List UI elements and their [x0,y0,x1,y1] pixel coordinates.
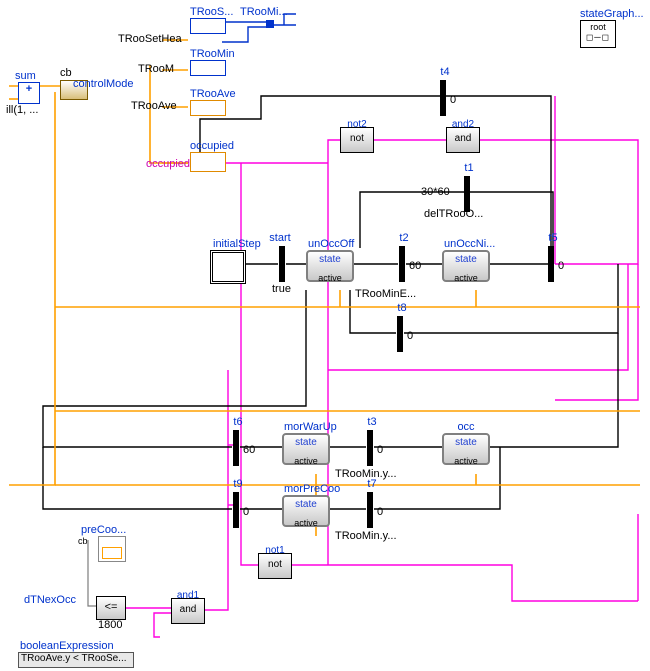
boolexpr-label: booleanExpression [20,640,114,652]
unoccni-active: active [444,273,488,283]
occ-active: active [444,456,488,466]
troomi-label: TRooMi... [240,6,288,18]
t4-name: t4 [434,66,456,78]
t3-cond: 0 [377,444,383,456]
controlmode-label: controlMode [73,78,134,90]
not2-block[interactable]: not2 not [340,127,374,153]
troos-label: TRooS... [190,6,233,18]
and2-name: and2 [447,114,479,136]
boolexpr-text: TRooAve.y < TRooSe... [21,653,127,664]
t9-name: t9 [227,478,249,490]
t1-transition[interactable]: t1 [464,176,470,212]
t7-transition[interactable]: t7 0 [367,492,373,528]
precoo-cb: cb [78,536,88,546]
deltroo-label: delTRooO... [424,208,483,220]
cb-label: cb [60,67,72,79]
initialstep-block[interactable]: initialStep [210,250,246,284]
occupied2-label: occupied [146,158,190,170]
t1-name: t1 [458,162,480,174]
morprecoo-text: state [284,499,328,510]
t4-cond: 0 [450,94,456,106]
not1-name: not1 [259,540,291,562]
t7-name: t7 [361,478,383,490]
t5-transition[interactable]: t5 0 [548,246,554,282]
t5-cond: 0 [558,260,564,272]
dtnexocc-label: dTNexOcc [24,594,76,606]
trooave-port[interactable] [190,100,226,116]
t2-name: t2 [393,232,415,244]
not2-name: not2 [341,114,373,136]
and2-block[interactable]: and2 and [446,127,480,153]
t8-name: t8 [391,302,413,314]
start-transition[interactable]: start [279,246,285,282]
unoccni-state[interactable]: unOccNi... state active [442,250,490,282]
t8-cond: 0 [407,330,413,342]
occupied-label: occupied [190,140,234,152]
occupied-port[interactable] [190,152,226,172]
t6-cond: 60 [243,444,255,456]
morprecoo-name: morPreCoo [284,483,328,495]
t9-transition[interactable]: t9 0 [233,492,239,528]
morwarup-active: active [284,456,328,466]
troomin-y2: TRooMin.y... [335,530,397,542]
troomin-label: TRooMin [190,48,235,60]
unoccni-text: state [444,254,488,265]
start-name: start [269,232,291,244]
morprecoo-active: active [284,518,328,528]
initialstep-name: initialStep [213,238,243,250]
t3-name: t3 [361,416,383,428]
stategraph-root-block[interactable]: root ◻─◻ [580,20,616,48]
unoccoff-active: active [308,273,352,283]
troosethea-label: TRooSetHea [118,33,182,45]
not1-block[interactable]: not1 not [258,553,292,579]
troom-left-label: TRooM [138,63,174,75]
troomine-label: TRooMinE... [355,288,416,300]
t2-transition[interactable]: t2 60 [399,246,405,282]
occ-name: occ [444,421,488,433]
start-cond: true [272,283,291,295]
t7-cond: 0 [377,506,383,518]
trooave-label: TRooAve [190,88,236,100]
unoccoff-state[interactable]: unOccOff state active [306,250,354,282]
troomin-port[interactable] [190,60,226,76]
le-val: 1800 [98,619,122,631]
morwarup-text: state [284,437,328,448]
sum-block[interactable]: + [18,82,40,104]
stategraph-label: stateGraph... [580,8,644,20]
unoccoff-name: unOccOff [308,238,352,250]
mixer-port[interactable] [266,20,274,28]
t9-cond: 0 [243,506,249,518]
plus-text: + [26,83,32,95]
t8-transition[interactable]: t8 0 [397,316,403,352]
root-text: root [581,21,615,32]
and1-block[interactable]: and1 and [171,598,205,624]
t4-transition[interactable]: t4 0 [440,80,446,116]
precoo-label: preCoo... [81,524,126,536]
t1-cond: 30*60 [421,186,450,198]
t5-name: t5 [542,232,564,244]
fill-label: ill(1, ... [6,104,38,116]
troos-port[interactable] [190,18,226,34]
boolexpr-block[interactable]: TRooAve.y < TRooSe... [18,652,134,668]
t3-transition[interactable]: t3 0 [367,430,373,466]
and1-name: and1 [172,585,204,607]
morprecoo-state[interactable]: morPreCoo state active [282,495,330,527]
sum-label: sum [15,70,36,82]
le-block[interactable]: <= [96,596,126,620]
t2-cond: 60 [409,260,421,272]
t6-name: t6 [227,416,249,428]
morwarup-name: morWarUp [284,421,328,433]
t6-transition[interactable]: t6 60 [233,430,239,466]
unoccni-name: unOccNi... [444,238,488,250]
le-text: <= [105,601,118,613]
morwarup-state[interactable]: morWarUp state active [282,433,330,465]
occ-text: state [444,437,488,448]
unoccoff-text: state [308,254,352,265]
trooave-left-label: TRooAve [131,100,177,112]
occ-state[interactable]: occ state active [442,433,490,465]
precoo-block[interactable] [98,536,126,562]
